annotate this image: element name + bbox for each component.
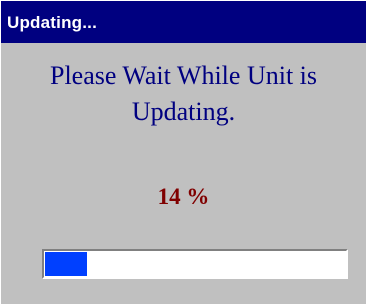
update-message: Please Wait While Unit is Updating. (49, 61, 318, 126)
progress-bar (42, 249, 348, 279)
title-bar: Updating... (1, 1, 366, 43)
progress-percent-label: 14 % (157, 184, 210, 209)
update-dialog: Updating... Please Wait While Unit is Up… (0, 0, 369, 304)
progress-bar-fill (45, 252, 87, 276)
window-title: Updating... (7, 12, 98, 32)
